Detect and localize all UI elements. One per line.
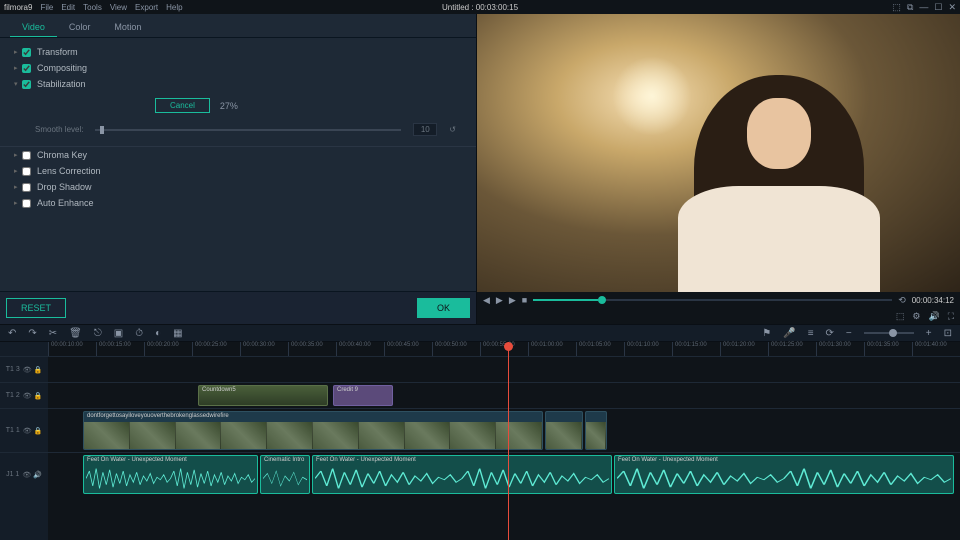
clip-audio-1[interactable]: Feet On Water - Unexpected Moment [83, 455, 258, 494]
maximize-icon[interactable]: ☐ [934, 2, 942, 13]
enhance-label: Auto Enhance [37, 198, 94, 208]
quality-icon[interactable]: ⚙ [912, 311, 920, 322]
smooth-reset-icon[interactable]: ↺ [449, 125, 456, 134]
render-icon[interactable]: ⟳ [826, 328, 834, 339]
properties-panel: Video Color Motion ▸Transform ▸Compositi… [0, 14, 477, 324]
menu-export[interactable]: Export [135, 3, 158, 12]
shadow-label: Drop Shadow [37, 182, 92, 192]
snapshot-icon[interactable]: ⬚ [896, 311, 905, 322]
document-title: Untitled : 00:03:00:15 [442, 3, 518, 12]
close-icon[interactable]: ✕ [948, 2, 956, 13]
clip-audio-3[interactable]: Feet On Water - Unexpected Moment [312, 455, 612, 494]
lens-label: Lens Correction [37, 166, 101, 176]
loop-icon[interactable]: ⟲ [898, 295, 906, 306]
zoom-slider[interactable] [864, 332, 914, 334]
smooth-slider[interactable] [95, 129, 401, 131]
color-icon[interactable]: ◐ [155, 328, 161, 339]
track-head-t3[interactable]: T1 3 👁 🔒 [0, 356, 48, 382]
cancel-button[interactable]: Cancel [155, 98, 210, 113]
cut-icon[interactable]: ✂ [49, 328, 57, 339]
smooth-value[interactable]: 10 [413, 123, 437, 136]
smooth-label: Smooth level: [35, 125, 83, 134]
lens-checkbox[interactable] [22, 167, 31, 176]
restore-icon[interactable]: ⧉ [907, 2, 913, 13]
stabilization-label: Stabilization [37, 79, 86, 89]
marker-icon[interactable]: ⚑ [762, 328, 771, 339]
menu-help[interactable]: Help [166, 3, 182, 12]
preview-panel: ◀ ▶ ▶ ■ ⟲ 00:00:34:12 ⬚ ⚙ 🔊 ⛶ [477, 14, 960, 324]
track-t3[interactable] [48, 356, 960, 382]
speed-icon[interactable]: ⏱ [135, 328, 143, 339]
chroma-checkbox[interactable] [22, 151, 31, 160]
enhance-checkbox[interactable] [22, 199, 31, 208]
mixer-icon[interactable]: ≡ [808, 328, 814, 339]
play-icon[interactable]: ▶ [496, 295, 503, 306]
menu-file[interactable]: File [40, 3, 53, 12]
clip-main-video[interactable]: dontforgettosayiloveyouoverthebrokenglas… [83, 411, 543, 450]
tab-motion[interactable]: Motion [102, 18, 153, 37]
transform-label: Transform [37, 47, 78, 57]
mic-icon[interactable]: 🎤 [783, 328, 795, 339]
menubar: filmora9 File Edit Tools View Export Hel… [0, 0, 960, 14]
prop-auto-enhance[interactable]: ▸Auto Enhance [0, 195, 476, 211]
prop-transform[interactable]: ▸Transform [0, 44, 476, 60]
volume-icon[interactable]: 🔊 [928, 311, 939, 322]
app-logo: filmora9 [4, 3, 32, 12]
chroma-label: Chroma Key [37, 150, 87, 160]
clip-credit[interactable]: Credit 9 [333, 385, 393, 406]
progress-bar[interactable] [533, 299, 892, 301]
menu-tools[interactable]: Tools [83, 3, 102, 12]
timeline-toolbar: ↶ ↷ ✂ 🗑 ⎋ ▣ ⏱ ◐ ▦ ⚑ 🎤 ≡ ⟳ − + ⊡ [0, 324, 960, 342]
menu-edit[interactable]: Edit [61, 3, 75, 12]
track-t2[interactable]: Countdown5 Credit 9 [48, 382, 960, 408]
redo-icon[interactable]: ↷ [28, 328, 36, 339]
clip-countdown[interactable]: Countdown5 [198, 385, 328, 406]
track-a1[interactable]: Feet On Water - Unexpected Moment Cinema… [48, 452, 960, 496]
track-t1[interactable]: dontforgettosayiloveyouoverthebrokenglas… [48, 408, 960, 452]
shadow-checkbox[interactable] [22, 183, 31, 192]
tab-color[interactable]: Color [57, 18, 103, 37]
green-screen-icon[interactable]: ▦ [173, 328, 182, 339]
prop-drop-shadow[interactable]: ▸Drop Shadow [0, 179, 476, 195]
split-icon[interactable]: ⎋ [94, 328, 102, 339]
zoom-in-icon[interactable]: + [926, 328, 932, 339]
zoom-out-icon[interactable]: − [846, 328, 852, 339]
delete-icon[interactable]: 🗑 [69, 328, 82, 339]
track-head-a1[interactable]: J1 1 👁 🔊 [0, 452, 48, 496]
prop-compositing[interactable]: ▸Compositing [0, 60, 476, 76]
reset-button[interactable]: RESET [6, 298, 66, 318]
compositing-label: Compositing [37, 63, 87, 73]
minimize-icon[interactable]: — [919, 2, 928, 13]
tab-video[interactable]: Video [10, 18, 57, 37]
preview-timecode: 00:00:34:12 [912, 296, 954, 305]
zoom-fit-icon[interactable]: ⊡ [944, 328, 952, 339]
compositing-checkbox[interactable] [22, 64, 31, 73]
prop-chroma-key[interactable]: ▸Chroma Key [0, 147, 476, 163]
video-preview[interactable] [477, 14, 960, 292]
menu-view[interactable]: View [110, 3, 127, 12]
crop-icon[interactable]: ▣ [114, 328, 123, 339]
timeline: T1 3 👁 🔒 T1 2 👁 🔒 T1 1 👁 🔒 J1 1 👁 🔊 00:0… [0, 342, 960, 540]
next-frame-icon[interactable]: ▶ [509, 295, 516, 306]
transform-checkbox[interactable] [22, 48, 31, 57]
layout-icon[interactable]: ⬚ [892, 2, 901, 13]
undo-icon[interactable]: ↶ [8, 328, 16, 339]
playhead[interactable] [508, 342, 509, 540]
track-head-t1[interactable]: T1 1 👁 🔒 [0, 408, 48, 452]
clip-video-3[interactable] [585, 411, 607, 450]
stabilization-checkbox[interactable] [22, 80, 31, 89]
fullscreen-icon[interactable]: ⛶ [948, 311, 954, 322]
clip-audio-2[interactable]: Cinematic Intro [260, 455, 310, 494]
prop-lens-correction[interactable]: ▸Lens Correction [0, 163, 476, 179]
prop-stabilization[interactable]: ▾Stabilization [0, 76, 476, 92]
clip-video-2[interactable] [545, 411, 583, 450]
prev-frame-icon[interactable]: ◀ [483, 295, 490, 306]
ok-button[interactable]: OK [417, 298, 470, 318]
stabilization-progress: 27% [220, 101, 238, 111]
clip-audio-4[interactable]: Feet On Water - Unexpected Moment [614, 455, 954, 494]
stop-icon[interactable]: ■ [522, 295, 527, 305]
track-head-t2[interactable]: T1 2 👁 🔒 [0, 382, 48, 408]
